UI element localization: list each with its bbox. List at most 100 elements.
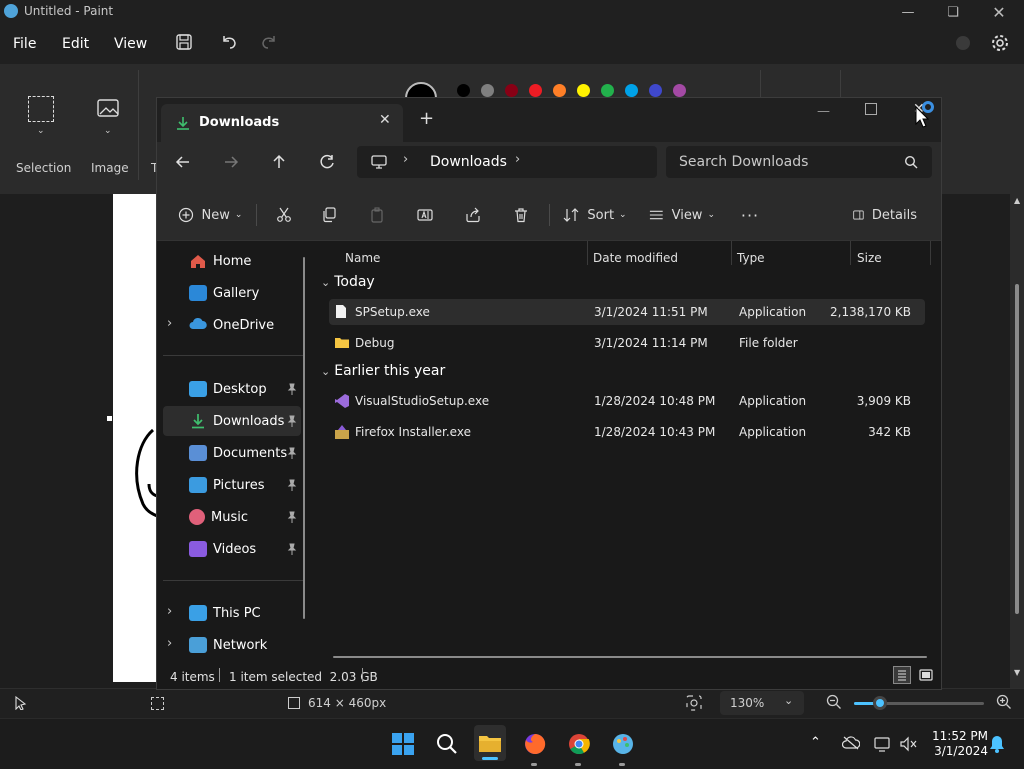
volume-muted-icon[interactable] — [899, 736, 917, 752]
new-button[interactable]: New ⌄ — [177, 202, 243, 228]
color-swatch[interactable] — [505, 84, 518, 97]
collapse-chevron-icon[interactable]: ⌄ — [321, 276, 330, 289]
table-row[interactable]: Firefox Installer.exe 1/28/2024 10:43 PM… — [329, 419, 925, 445]
breadcrumb-downloads[interactable]: Downloads — [430, 154, 507, 170]
column-separator[interactable] — [587, 241, 588, 265]
new-tab-icon[interactable]: + — [419, 108, 434, 129]
nav-item-home[interactable]: Home — [163, 246, 301, 276]
nav-item-network[interactable]: › Network — [163, 630, 301, 660]
paste-icon[interactable] — [364, 202, 390, 228]
explorer-minimize-button[interactable]: — — [817, 104, 830, 119]
notification-bell-icon[interactable] — [988, 734, 1006, 754]
paint-taskbar-icon[interactable] — [608, 729, 638, 759]
nav-scrollbar[interactable] — [303, 257, 305, 619]
share-icon[interactable] — [460, 202, 486, 228]
breadcrumb-chevron-icon[interactable]: › — [403, 152, 408, 167]
color-swatch[interactable] — [601, 84, 614, 97]
table-row[interactable]: VisualStudioSetup.exe 1/28/2024 10:48 PM… — [329, 388, 925, 414]
color-swatch[interactable] — [577, 84, 590, 97]
maximize-button[interactable]: ❏ — [930, 0, 976, 24]
pin-icon[interactable] — [287, 447, 297, 459]
close-button[interactable]: ✕ — [976, 0, 1022, 24]
address-path-box[interactable]: › Downloads › — [357, 146, 657, 178]
scroll-up-icon[interactable]: ▲ — [1014, 196, 1020, 205]
horizontal-scrollbar[interactable] — [333, 656, 927, 658]
nav-item-gallery[interactable]: Gallery — [163, 278, 301, 308]
nav-item-videos[interactable]: Videos — [163, 534, 301, 564]
breadcrumb-chevron-icon[interactable]: › — [515, 152, 520, 167]
save-icon[interactable] — [175, 33, 193, 51]
back-icon[interactable] — [169, 148, 197, 176]
copy-icon[interactable] — [316, 202, 342, 228]
scroll-down-icon[interactable]: ▼ — [1014, 668, 1020, 677]
tab-close-icon[interactable]: ✕ — [379, 112, 391, 128]
image-icon[interactable] — [96, 96, 120, 120]
zoom-slider-thumb[interactable] — [873, 696, 887, 710]
pin-icon[interactable] — [287, 543, 297, 555]
canvas-resize-handle[interactable] — [107, 416, 112, 421]
settings-gear-icon[interactable] — [990, 33, 1010, 53]
up-icon[interactable] — [265, 148, 293, 176]
search-icon[interactable] — [904, 155, 918, 169]
minimize-button[interactable]: — — [885, 0, 931, 24]
cut-icon[interactable] — [271, 202, 297, 228]
nav-item-desktop[interactable]: Desktop — [163, 374, 301, 404]
account-icon[interactable] — [956, 36, 970, 50]
onedrive-offline-icon[interactable] — [842, 736, 860, 750]
delete-icon[interactable] — [508, 202, 534, 228]
group-header-earlier[interactable]: ⌄ Earlier this year — [321, 363, 445, 379]
color-swatch[interactable] — [673, 84, 686, 97]
file-explorer-taskbar-icon[interactable] — [474, 725, 506, 761]
search-input[interactable]: Search Downloads — [679, 154, 808, 170]
nav-item-music[interactable]: Music — [163, 502, 301, 532]
fit-to-window-icon[interactable] — [686, 695, 702, 711]
taskbar-search-icon[interactable] — [432, 729, 462, 759]
column-header-type[interactable]: Type — [737, 251, 765, 265]
view-button[interactable]: View ⌄ — [649, 202, 715, 228]
selection-chevron-icon[interactable]: ⌄ — [37, 126, 45, 136]
zoom-slider[interactable] — [854, 696, 984, 710]
firefox-taskbar-icon[interactable] — [520, 729, 550, 759]
details-view-icon[interactable] — [893, 666, 911, 684]
zoom-dropdown[interactable]: 130% ⌄ — [720, 691, 804, 715]
chrome-taskbar-icon[interactable] — [564, 729, 594, 759]
nav-item-this-pc[interactable]: › This PC — [163, 598, 301, 628]
group-header-today[interactable]: ⌄ Today — [321, 274, 375, 290]
zoom-in-icon[interactable] — [996, 694, 1012, 710]
start-button[interactable] — [388, 729, 418, 759]
color-swatch[interactable] — [625, 84, 638, 97]
tiles-view-icon[interactable] — [917, 666, 935, 684]
column-header-size[interactable]: Size — [857, 251, 882, 265]
refresh-icon[interactable] — [313, 148, 341, 176]
details-pane-button[interactable]: Details — [853, 202, 917, 228]
color-swatch[interactable] — [649, 84, 662, 97]
pin-icon[interactable] — [287, 383, 297, 395]
zoom-out-icon[interactable] — [826, 694, 842, 710]
menu-file[interactable]: File — [13, 36, 36, 52]
menu-edit[interactable]: Edit — [62, 36, 89, 52]
column-header-name[interactable]: Name — [345, 251, 380, 265]
system-clock[interactable]: 11:52 PM 3/1/2024 — [932, 729, 988, 759]
table-row[interactable]: SPSetup.exe 3/1/2024 11:51 PM Applicatio… — [329, 299, 925, 325]
column-header-date[interactable]: Date modified — [593, 251, 678, 265]
redo-icon[interactable] — [260, 33, 278, 51]
color-swatch[interactable] — [529, 84, 542, 97]
show-hidden-icons-chevron-icon[interactable]: ⌃ — [810, 735, 821, 750]
nav-item-pictures[interactable]: Pictures — [163, 470, 301, 500]
paint-canvas[interactable] — [113, 194, 157, 682]
nav-item-documents[interactable]: Documents — [163, 438, 301, 468]
canvas-vertical-scrollbar[interactable]: ▲ ▼ — [1010, 194, 1024, 688]
expand-chevron-icon[interactable]: › — [167, 636, 172, 651]
explorer-maximize-button[interactable] — [865, 103, 877, 115]
forward-icon[interactable] — [217, 148, 245, 176]
image-chevron-icon[interactable]: ⌄ — [104, 126, 112, 136]
selection-icon[interactable] — [28, 96, 54, 122]
tab-downloads[interactable]: Downloads ✕ — [161, 104, 403, 142]
sort-button[interactable]: Sort ⌄ — [563, 202, 627, 228]
more-options-icon[interactable]: ··· — [737, 202, 763, 228]
nav-item-downloads[interactable]: Downloads — [163, 406, 301, 436]
column-separator[interactable] — [850, 241, 851, 265]
pin-icon[interactable] — [287, 415, 297, 427]
column-separator[interactable] — [731, 241, 732, 265]
network-status-icon[interactable] — [874, 736, 892, 752]
